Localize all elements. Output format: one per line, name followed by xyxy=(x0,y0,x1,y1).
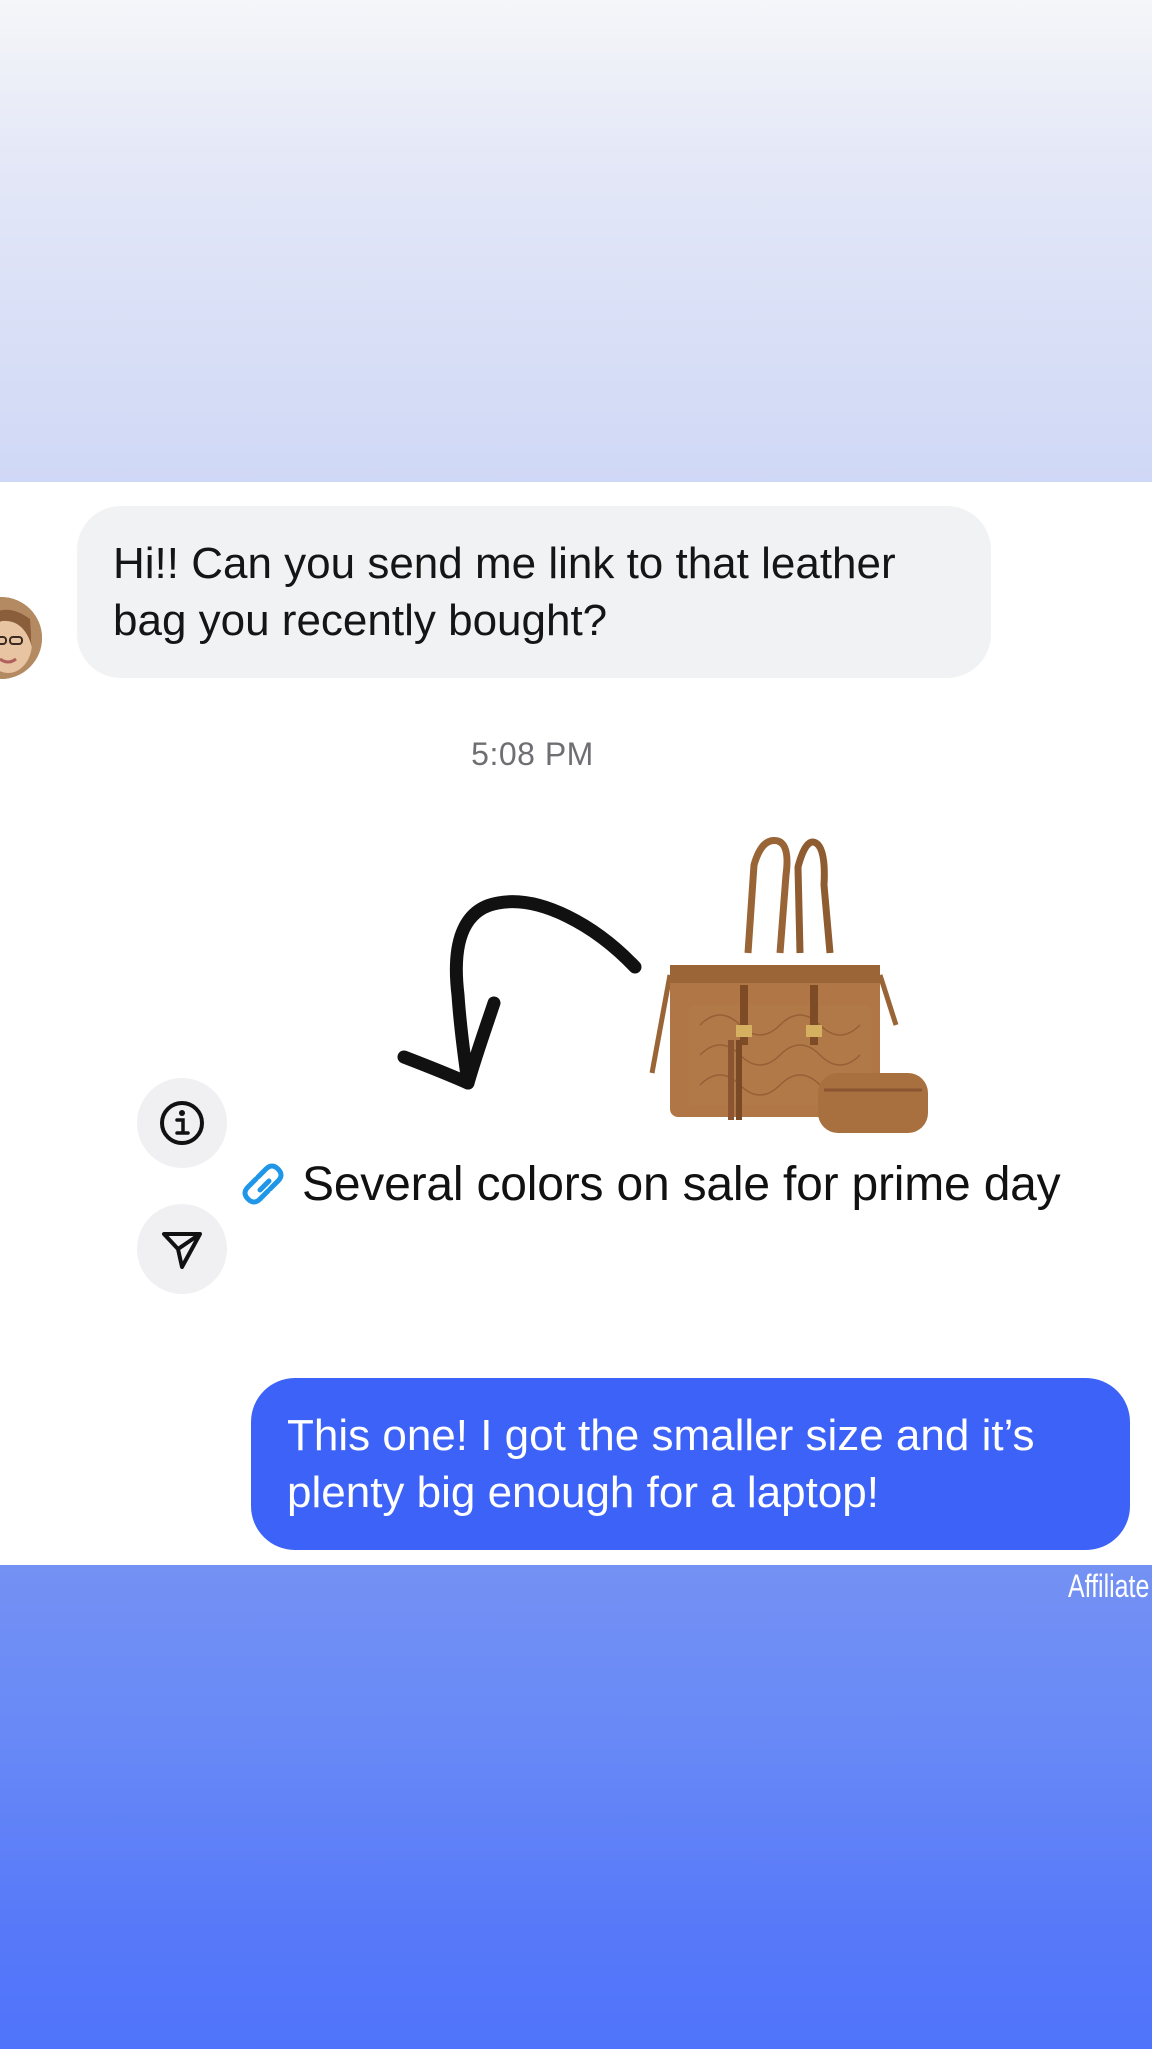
info-button[interactable] xyxy=(137,1078,227,1168)
leather-bag-image[interactable] xyxy=(630,825,930,1135)
incoming-message-text: Hi!! Can you send me link to that leathe… xyxy=(113,539,896,645)
outgoing-message-text: This one! I got the smaller size and it’… xyxy=(287,1411,1035,1517)
link-icon xyxy=(242,1163,284,1205)
info-icon xyxy=(160,1101,204,1145)
affiliate-label: Affiliate xyxy=(1067,1568,1149,1604)
sender-avatar[interactable] xyxy=(0,597,42,679)
incoming-message-bubble[interactable]: Hi!! Can you send me link to that leathe… xyxy=(77,506,991,678)
outgoing-message-bubble[interactable]: This one! I got the smaller size and it’… xyxy=(251,1378,1130,1550)
hand-drawn-arrow-icon xyxy=(397,895,642,1090)
shared-link[interactable]: Several colors on sale for prime day xyxy=(236,1152,1061,1216)
share-button[interactable] xyxy=(137,1204,227,1294)
send-icon xyxy=(162,1232,202,1269)
message-timestamp: 5:08 PM xyxy=(471,736,594,772)
bottom-gradient-band xyxy=(0,1565,1152,2049)
shared-link-text: Several colors on sale for prime day xyxy=(302,1157,1061,1211)
top-gradient-band xyxy=(0,0,1152,482)
